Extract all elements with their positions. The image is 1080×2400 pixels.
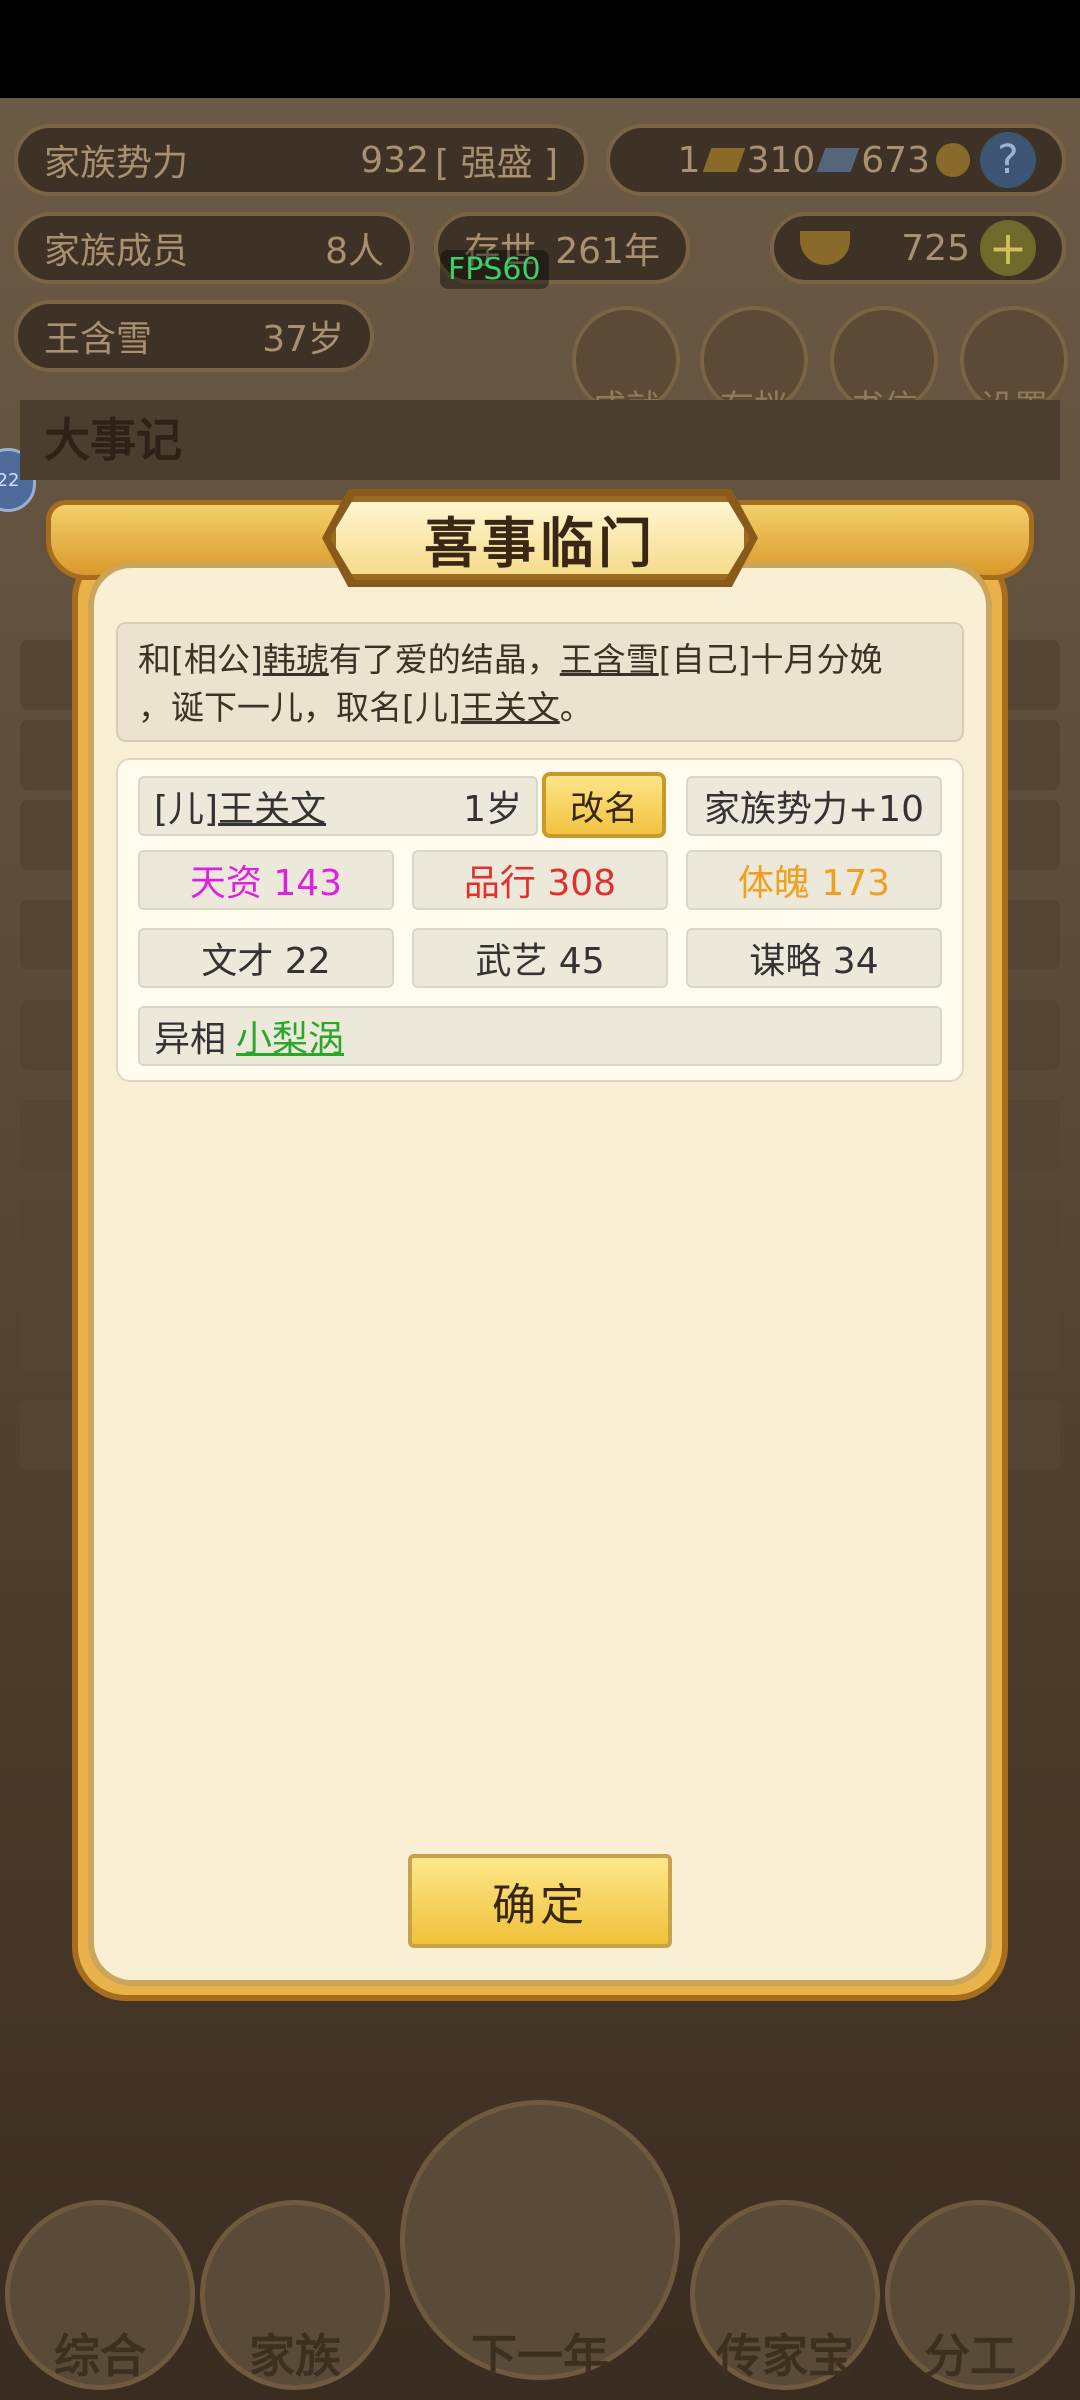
trait-cell: 异相 小梨涡 bbox=[138, 1006, 942, 1066]
gold-bar-icon bbox=[702, 148, 745, 172]
events-section-title: 大事记 bbox=[20, 400, 1060, 480]
nav-clan-label: 家族 bbox=[249, 2329, 341, 2383]
silver-bar-icon bbox=[816, 148, 860, 172]
status-bar bbox=[0, 0, 1080, 98]
nav-next-year-label: 下一年 bbox=[471, 2329, 609, 2383]
stat-strategy: 谋略 34 bbox=[686, 928, 942, 988]
birth-message: 和[相公]韩琥有了爱的结晶，王含雪[自己]十月分娩 ，诞下一儿，取名[儿]王关文。 bbox=[116, 622, 964, 742]
message-text: 和[相公] bbox=[138, 640, 263, 679]
dialog-title: 喜事临门 bbox=[424, 511, 656, 575]
clan-power-bonus: 家族势力+10 bbox=[686, 776, 942, 836]
nav-heirloom-label: 传家宝 bbox=[716, 2329, 854, 2383]
clan-power-value: 932 bbox=[360, 139, 430, 181]
clan-power-tag: [ 强盛 ] bbox=[435, 143, 558, 184]
fps-counter: FPS60 bbox=[440, 250, 549, 289]
stat-talent: 天资 143 bbox=[138, 850, 394, 910]
clan-power-pill[interactable]: 家族势力 932 [ 强盛 ] bbox=[14, 124, 588, 196]
message-text: ，诞下一儿，取名[儿] bbox=[138, 688, 461, 727]
nav-assign-label: 分工 bbox=[924, 2329, 1016, 2383]
resources-pill[interactable]: 1 310 673 ? bbox=[606, 124, 1066, 196]
child-prefix: [儿] bbox=[154, 789, 219, 830]
resource-1-value: 1 bbox=[677, 139, 701, 181]
members-label: 家族成员 bbox=[44, 231, 189, 272]
dialog-title-plate: 喜事临门 bbox=[330, 496, 750, 580]
add-gold-icon[interactable]: + bbox=[980, 220, 1036, 276]
existence-value: 261年 bbox=[555, 231, 660, 272]
stat-literary: 文才 22 bbox=[138, 928, 394, 988]
message-text: 有了爱的结晶， bbox=[328, 640, 560, 679]
coin-icon bbox=[936, 143, 970, 177]
stat-conduct: 品行 308 bbox=[412, 850, 668, 910]
character-age: 37岁 bbox=[262, 319, 344, 360]
confirm-button[interactable]: 确定 bbox=[408, 1854, 672, 1948]
stat-martial: 武艺 45 bbox=[412, 928, 668, 988]
resource-3-value: 673 bbox=[861, 139, 930, 181]
trait-label: 异相 bbox=[154, 1019, 227, 1060]
resource-2-value: 310 bbox=[746, 139, 816, 181]
gold-ingot-icon bbox=[800, 231, 850, 265]
clan-power-label: 家族势力 bbox=[44, 143, 189, 184]
message-text: [自己]十月分娩 bbox=[658, 640, 883, 679]
stat-physique: 体魄 173 bbox=[686, 850, 942, 910]
child-name-cell: [儿] 王关文 1岁 bbox=[138, 776, 538, 836]
members-value: 8人 bbox=[325, 231, 384, 272]
help-icon[interactable]: ? bbox=[980, 132, 1036, 188]
child-name-link[interactable]: 王关文 bbox=[461, 688, 560, 727]
character-name: 王含雪 bbox=[44, 319, 153, 360]
child-age: 1岁 bbox=[463, 789, 522, 830]
self-name-link[interactable]: 王含雪 bbox=[560, 640, 659, 679]
character-pill[interactable]: 王含雪 37岁 bbox=[14, 300, 374, 372]
nav-general-label: 综合 bbox=[54, 2329, 146, 2383]
message-text: 。 bbox=[559, 688, 593, 727]
members-pill[interactable]: 家族成员 8人 bbox=[14, 212, 414, 284]
trait-value-link[interactable]: 小梨涡 bbox=[236, 1010, 344, 1062]
child-name-link[interactable]: 王关文 bbox=[218, 780, 326, 832]
spouse-name-link[interactable]: 韩琥 bbox=[263, 640, 329, 679]
rename-button[interactable]: 改名 bbox=[542, 772, 666, 838]
gold-pill[interactable]: 725 + bbox=[770, 212, 1066, 284]
gold-value: 725 bbox=[901, 227, 970, 269]
